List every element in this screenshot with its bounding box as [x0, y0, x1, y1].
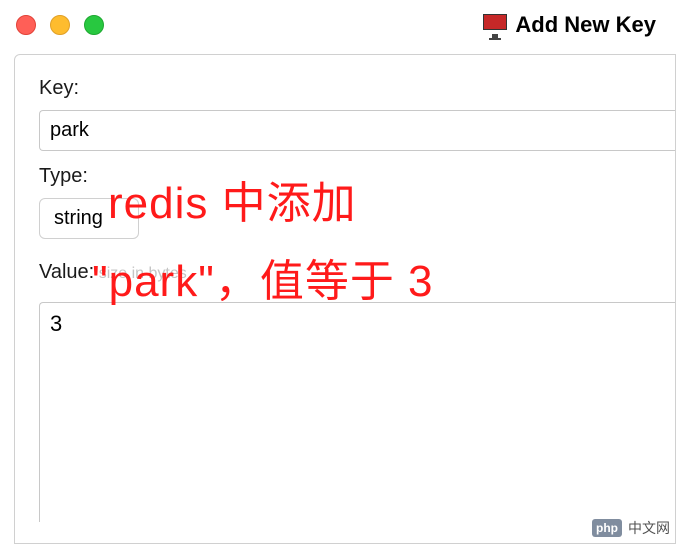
value-label: Value:	[39, 261, 94, 284]
value-row: Value: size in bytes	[39, 261, 675, 527]
watermark-text: 中文网	[628, 518, 670, 538]
type-select[interactable]: string	[39, 198, 139, 239]
type-value: string	[54, 207, 103, 229]
type-label: Type:	[39, 165, 675, 188]
watermark: php 中文网	[592, 518, 670, 538]
key-row: Key:	[39, 77, 675, 151]
close-icon[interactable]	[16, 15, 36, 35]
type-row: Type: string	[39, 165, 675, 239]
redis-app-icon	[483, 14, 507, 36]
maximize-icon[interactable]	[84, 15, 104, 35]
value-textarea[interactable]	[39, 302, 675, 522]
key-label: Key:	[39, 77, 675, 100]
dialog-content: Key: Type: string Value: size in bytes	[14, 54, 676, 544]
window-title: Add New Key	[515, 12, 656, 38]
window-controls	[16, 15, 104, 35]
value-hint: size in bytes	[99, 265, 187, 282]
key-input[interactable]	[39, 110, 675, 151]
minimize-icon[interactable]	[50, 15, 70, 35]
window-title-wrap: Add New Key	[483, 12, 656, 38]
watermark-badge: php	[592, 519, 622, 537]
titlebar: Add New Key	[0, 0, 676, 50]
